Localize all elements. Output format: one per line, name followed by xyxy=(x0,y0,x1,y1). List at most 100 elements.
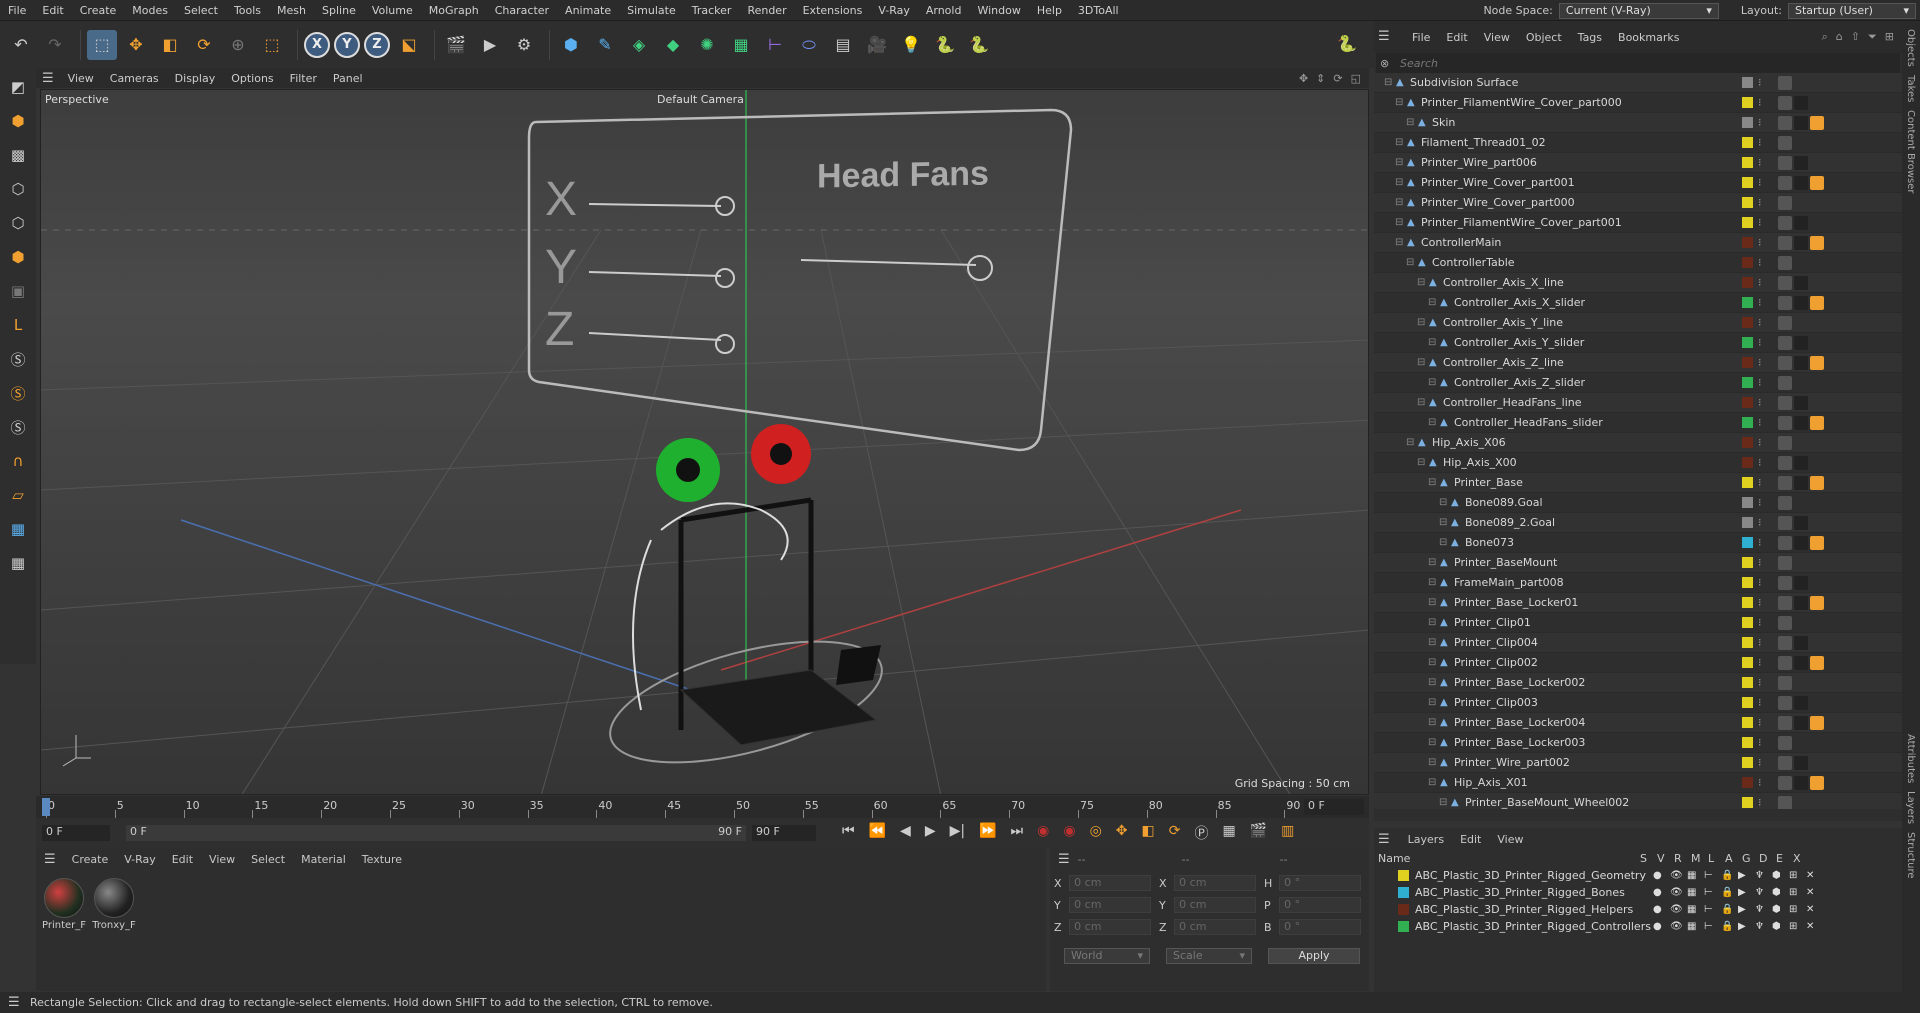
menu-item-select[interactable]: Select xyxy=(176,0,226,21)
object-row[interactable]: ⊟ ▲ Controller_Axis_Y_slider ⁝ xyxy=(1374,333,1902,353)
right-tab-takes[interactable]: Takes xyxy=(1905,75,1916,102)
expand-icon[interactable]: ⊟ xyxy=(1395,197,1407,208)
layer-color-swatch[interactable] xyxy=(1742,677,1753,688)
layer-color-swatch[interactable] xyxy=(1742,317,1753,328)
tag-icon[interactable] xyxy=(1810,655,1824,670)
visibility-dots-icon[interactable]: ⁝ xyxy=(1758,356,1762,369)
tag-icon[interactable] xyxy=(1778,315,1792,330)
visibility-dots-icon[interactable]: ⁝ xyxy=(1758,116,1762,129)
current-frame-field[interactable]: 0 F xyxy=(1304,799,1364,815)
material-menu-material[interactable]: Material xyxy=(293,853,354,866)
array-icon[interactable]: ▦ xyxy=(726,30,756,60)
material-menu-create[interactable]: Create xyxy=(64,853,117,866)
visibility-dots-icon[interactable]: ⁝ xyxy=(1758,76,1762,89)
playhead[interactable] xyxy=(42,798,50,816)
cube-icon[interactable]: ⬢ xyxy=(556,30,586,60)
search-input[interactable]: Search xyxy=(1400,57,1438,70)
rotation-key-icon[interactable]: ⟳ xyxy=(1169,823,1181,843)
tag-icon[interactable] xyxy=(1794,635,1808,650)
layer-toggle-icon[interactable]: ● xyxy=(1653,904,1670,915)
start-frame-field[interactable]: 0 F xyxy=(42,825,110,841)
object-row[interactable]: ⊟ ▲ Printer_Base_Locker003 ⁝ xyxy=(1374,733,1902,753)
node-space-dropdown[interactable]: Current (V-Ray) ▾ xyxy=(1558,2,1719,19)
visibility-dots-icon[interactable]: ⁝ xyxy=(1758,136,1762,149)
visibility-dots-icon[interactable]: ⁝ xyxy=(1758,196,1762,209)
position-key-icon[interactable]: ✥ xyxy=(1116,823,1128,843)
auto-key-icon[interactable]: ◉ xyxy=(1063,823,1075,843)
right-tab-layers[interactable]: Layers xyxy=(1905,791,1916,824)
tag-icon[interactable] xyxy=(1778,155,1792,170)
material-menu-edit[interactable]: Edit xyxy=(164,853,201,866)
move-tool-icon[interactable]: ✥ xyxy=(121,30,151,60)
y-axis-lock-icon[interactable]: Y xyxy=(334,31,360,58)
layer-color-swatch[interactable] xyxy=(1742,257,1753,268)
magnet-icon[interactable]: ∩ xyxy=(3,446,33,476)
menu-item-modes[interactable]: Modes xyxy=(124,0,176,21)
object-row[interactable]: ⊟ ▲ FrameMain_part008 ⁝ xyxy=(1374,573,1902,593)
visibility-dots-icon[interactable]: ⁝ xyxy=(1758,496,1762,509)
axis-mode-icon[interactable]: L xyxy=(3,310,33,340)
visibility-dots-icon[interactable]: ⁝ xyxy=(1758,636,1762,649)
layer-color-swatch[interactable] xyxy=(1742,477,1753,488)
visibility-dots-icon[interactable]: ⁝ xyxy=(1758,156,1762,169)
material-menu-view[interactable]: View xyxy=(201,853,243,866)
expand-icon[interactable]: ⊟ xyxy=(1417,277,1429,288)
layer-color-swatch[interactable] xyxy=(1742,777,1753,788)
tag-icon[interactable] xyxy=(1778,735,1792,750)
object-row[interactable]: ⊟ ▲ Skin ⁝ xyxy=(1374,113,1902,133)
object-row[interactable]: ⊟ ▲ Printer_Wire_part002 ⁝ xyxy=(1374,753,1902,773)
object-row[interactable]: ⊟ ▲ Controller_Axis_Y_line ⁝ xyxy=(1374,313,1902,333)
tag-icon[interactable] xyxy=(1778,295,1792,310)
visibility-dots-icon[interactable]: ⁝ xyxy=(1758,616,1762,629)
object-row[interactable]: ⊟ ▲ Controller_Axis_X_line ⁝ xyxy=(1374,273,1902,293)
object-row[interactable]: ⊟ ▲ Subdivision Surface ⁝ xyxy=(1374,73,1902,93)
coord-system-dropdown[interactable]: World ▾ xyxy=(1064,948,1150,964)
scale-tool-icon[interactable]: ◧ xyxy=(155,30,185,60)
visibility-dots-icon[interactable]: ⁝ xyxy=(1758,796,1762,809)
field-icon[interactable]: ⬭ xyxy=(794,30,824,60)
go-to-end-icon[interactable]: ⏭ xyxy=(1011,823,1024,843)
tag-icon[interactable] xyxy=(1794,775,1808,790)
layer-toggle-icon[interactable]: ♆ xyxy=(1755,921,1772,932)
grid-icon[interactable]: ▦ xyxy=(3,514,33,544)
layer-toggle-icon[interactable]: 🔒 xyxy=(1721,904,1738,915)
hamburger-icon[interactable]: ☰ xyxy=(1050,852,1078,867)
layer-toggle-icon[interactable]: ⊞ xyxy=(1789,887,1806,898)
tag-icon[interactable] xyxy=(1794,475,1808,490)
workplane-icon[interactable]: ▱ xyxy=(3,480,33,510)
render-region-icon[interactable]: 🎬 xyxy=(441,30,471,60)
make-editable-icon[interactable]: ◩ xyxy=(3,72,33,102)
tag-icon[interactable] xyxy=(1778,695,1792,710)
close-icon[interactable]: ⊗ xyxy=(1380,57,1389,70)
object-row[interactable]: ⊟ ▲ Controller_Axis_Z_slider ⁝ xyxy=(1374,373,1902,393)
visibility-dots-icon[interactable]: ⁝ xyxy=(1758,436,1762,449)
keyframe-selection-icon[interactable]: ◎ xyxy=(1090,823,1102,843)
expand-icon[interactable]: ⊟ xyxy=(1428,297,1440,308)
viewport-menu-filter[interactable]: Filter xyxy=(282,72,325,85)
visibility-dots-icon[interactable]: ⁝ xyxy=(1758,236,1762,249)
tag-icon[interactable] xyxy=(1810,595,1824,610)
tag-icon[interactable] xyxy=(1778,495,1792,510)
object-row[interactable]: ⊟ ▲ Printer_Clip003 ⁝ xyxy=(1374,693,1902,713)
layer-color-swatch[interactable] xyxy=(1742,117,1753,128)
layer-toggle-icon[interactable]: ⬢ xyxy=(1772,921,1789,932)
rotate-tool-icon[interactable]: ⟳ xyxy=(189,30,219,60)
layer-color-swatch[interactable] xyxy=(1742,517,1753,528)
layer-color-swatch[interactable] xyxy=(1398,921,1409,932)
tag-icon[interactable] xyxy=(1778,575,1792,590)
visibility-dots-icon[interactable]: ⁝ xyxy=(1758,736,1762,749)
layer-toggle-icon[interactable]: ✕ xyxy=(1806,904,1823,915)
render-settings-icon[interactable]: ⚙ xyxy=(509,30,539,60)
snap-icon[interactable]: Ⓢ xyxy=(3,344,33,374)
layer-toggle-icon[interactable]: ⊞ xyxy=(1789,870,1806,881)
material-menu-texture[interactable]: Texture xyxy=(354,853,410,866)
layer-color-swatch[interactable] xyxy=(1742,197,1753,208)
layer-toggle-icon[interactable]: ⬢ xyxy=(1772,904,1789,915)
tag-icon[interactable] xyxy=(1778,455,1792,470)
x-axis-lock-icon[interactable]: X xyxy=(304,31,330,58)
object-row[interactable]: ⊟ ▲ Printer_Wire_Cover_part001 ⁝ xyxy=(1374,173,1902,193)
coord-field-c[interactable]: 0 ° xyxy=(1279,897,1361,913)
menu-item-character[interactable]: Character xyxy=(487,0,557,21)
menu-item-extensions[interactable]: Extensions xyxy=(795,0,871,21)
filter-icon[interactable]: ⏷ xyxy=(1868,30,1877,44)
